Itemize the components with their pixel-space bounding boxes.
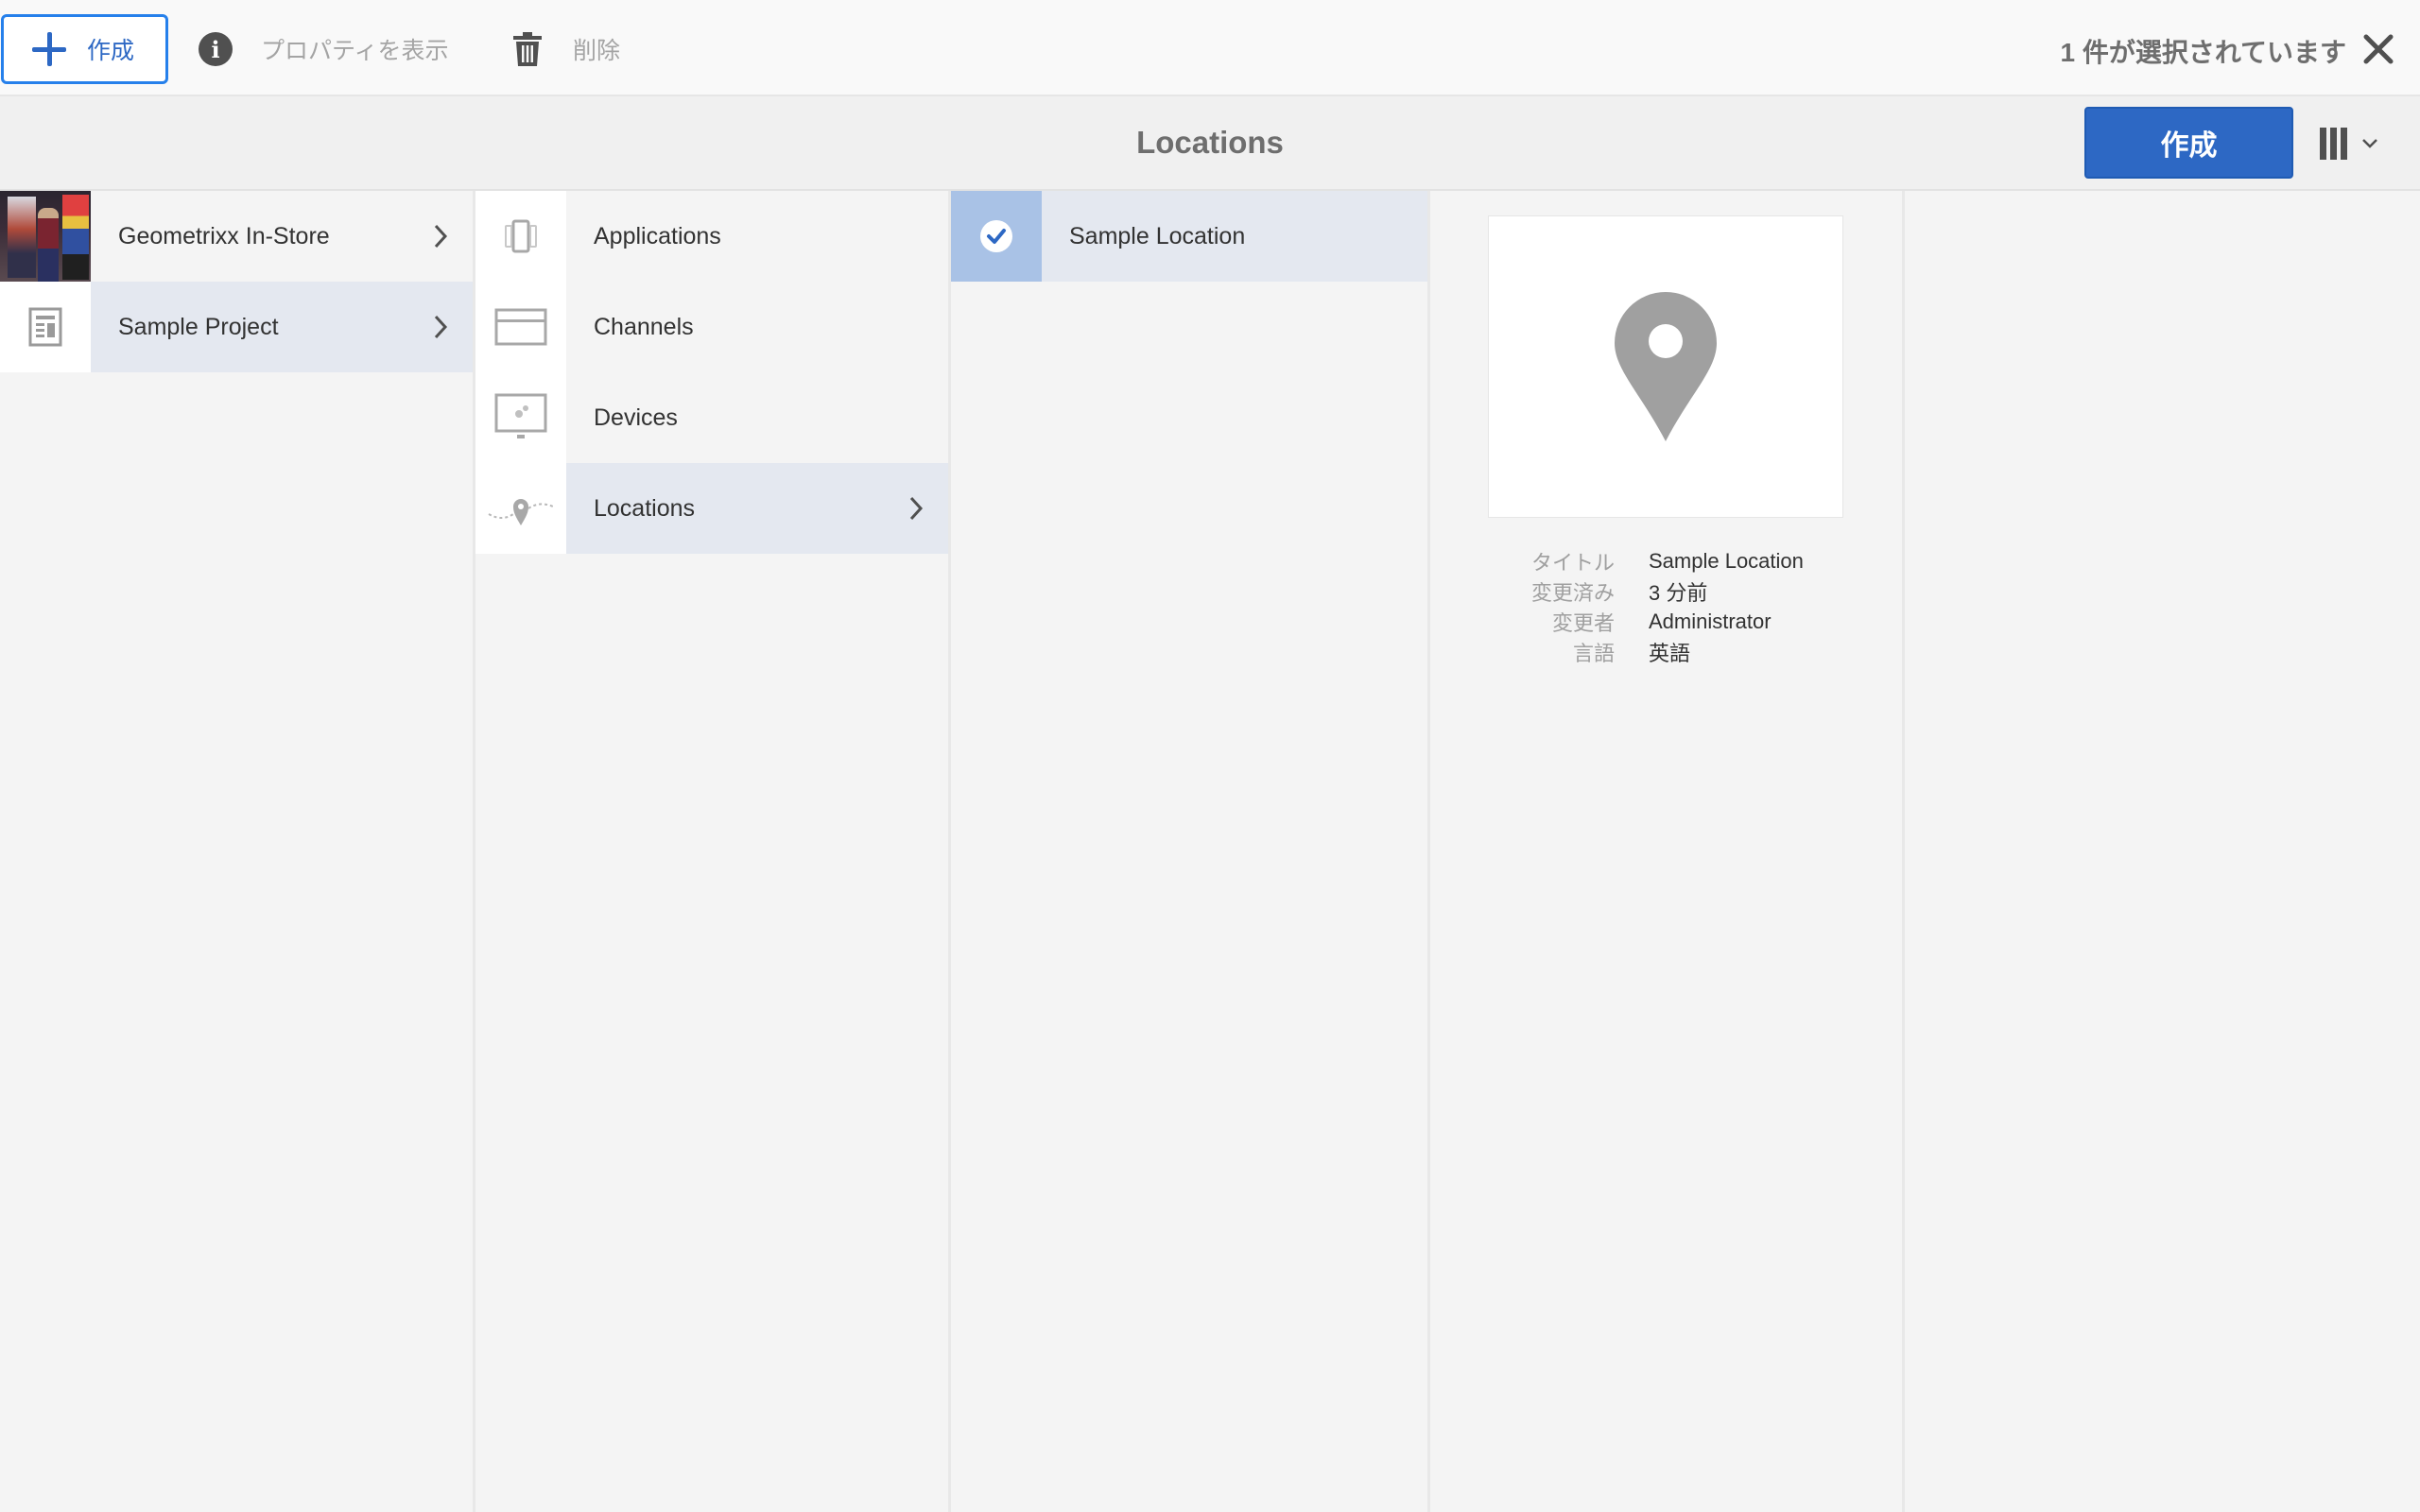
- column-view-icon: [2320, 128, 2347, 160]
- list-item-label: Locations: [566, 463, 948, 554]
- meta-key: 変更者: [1551, 611, 1615, 635]
- action-bar: 作成 i プロパティを表示 削除 1 件が選択されています: [0, 0, 2420, 96]
- project-icon: [0, 282, 91, 372]
- list-item-devices[interactable]: Devices: [475, 372, 948, 463]
- delete-label: 削除: [573, 38, 621, 64]
- list-item-geometrixx[interactable]: Geometrixx In-Store: [0, 191, 473, 282]
- selection-count: 1 件が選択されています: [2060, 38, 2346, 67]
- check-icon[interactable]: [951, 191, 1042, 282]
- meta-value: 3 分前: [1649, 581, 1708, 605]
- list-item-locations[interactable]: Locations: [475, 463, 948, 554]
- meta-value: Administrator: [1649, 610, 1772, 633]
- column-root: Geometrixx In-Store Sample Project: [0, 191, 475, 1512]
- preview-card: [1488, 215, 1843, 518]
- trash-icon: [509, 30, 546, 68]
- channels-icon: [475, 282, 566, 372]
- column-locations: Sample Location: [951, 191, 1430, 1512]
- list-item-label: Sample Project: [91, 282, 473, 372]
- photo-thumbnail: [0, 191, 91, 282]
- chevron-right-icon: [909, 496, 924, 521]
- list-item-label: Sample Location: [1042, 191, 1427, 282]
- create-button[interactable]: 作成: [1, 14, 168, 84]
- devices-icon: [475, 372, 566, 463]
- view-properties-button[interactable]: i プロパティを表示: [197, 28, 449, 70]
- list-item-sample-location[interactable]: Sample Location: [951, 191, 1427, 282]
- applications-icon: [475, 191, 566, 282]
- meta-value: 英語: [1649, 642, 1691, 665]
- meta-value: Sample Location: [1649, 549, 1804, 573]
- list-item-label: Geometrixx In-Store: [118, 222, 330, 249]
- column-project: Applications Channels Devices Locations: [475, 191, 951, 1512]
- meta-title-row: タイトル Sample Location: [1456, 546, 1891, 576]
- list-item-label: Devices: [594, 404, 678, 431]
- meta-modified-row: 変更済み 3 分前: [1456, 576, 1891, 607]
- list-item-sample-project[interactable]: Sample Project: [0, 282, 473, 372]
- view-switcher[interactable]: [2320, 125, 2395, 163]
- list-item-channels[interactable]: Channels: [475, 282, 948, 372]
- preview-metadata: タイトル Sample Location 変更済み 3 分前 変更者 Admin…: [1456, 546, 1891, 667]
- meta-language-row: 言語 英語: [1456, 637, 1891, 667]
- chevron-right-icon: [434, 315, 448, 339]
- meta-key: 変更済み: [1530, 581, 1615, 605]
- title-bar: Locations 作成: [0, 96, 2420, 191]
- map-pin-icon: [1615, 292, 1717, 441]
- chevron-right-icon: [434, 224, 448, 249]
- meta-key: 言語: [1572, 642, 1615, 665]
- create-button-label: 作成: [87, 38, 135, 64]
- chevron-down-icon: [2362, 139, 2377, 148]
- delete-button[interactable]: 削除: [509, 28, 620, 70]
- meta-key: タイトル: [1530, 551, 1615, 575]
- close-icon[interactable]: [2361, 32, 2395, 66]
- list-item-label: Channels: [594, 313, 694, 340]
- list-item-applications[interactable]: Applications: [475, 191, 948, 282]
- create-primary-button[interactable]: 作成: [2084, 107, 2293, 179]
- view-properties-label: プロパティを表示: [261, 38, 449, 64]
- page-title: Locations: [1136, 125, 1284, 160]
- location-icon: [475, 463, 566, 554]
- info-icon: i: [197, 30, 234, 68]
- plus-icon: [28, 28, 70, 70]
- list-item-label: Applications: [594, 222, 721, 249]
- meta-modified-by-row: 変更者 Administrator: [1456, 607, 1891, 637]
